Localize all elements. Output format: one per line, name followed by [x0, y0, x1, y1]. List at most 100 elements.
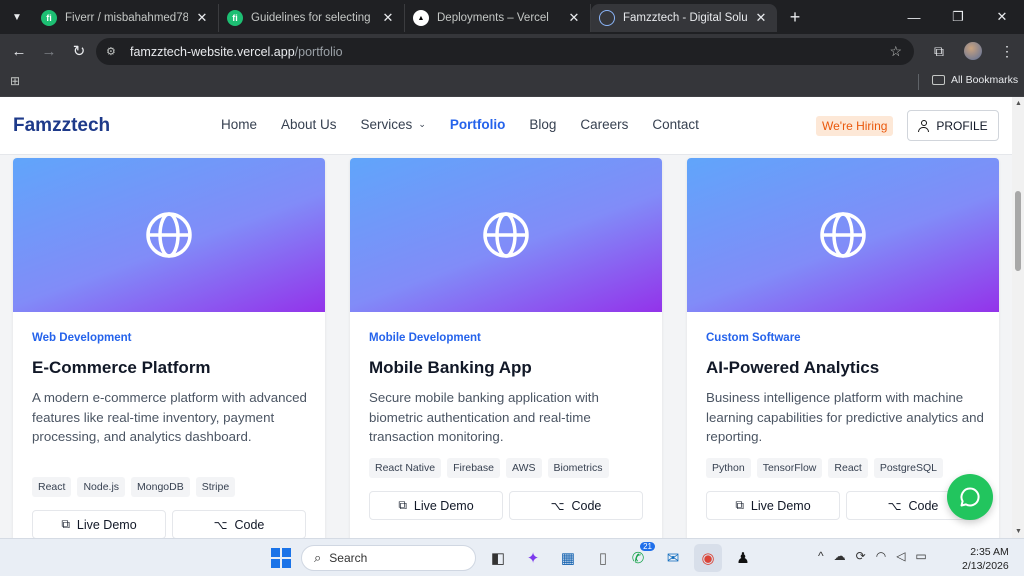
- project-banner: [350, 158, 662, 312]
- browser-profile-avatar[interactable]: [964, 42, 982, 60]
- nav-home[interactable]: Home: [221, 117, 257, 132]
- back-arrow-icon[interactable]: ←: [4, 43, 34, 60]
- globe-icon: [146, 212, 192, 258]
- chat-bubble-icon: [960, 487, 980, 507]
- folder-icon: [932, 75, 945, 85]
- close-tab-icon[interactable]: ✕: [194, 10, 210, 26]
- github-icon: ⌥: [213, 517, 228, 532]
- nav-services-label: Services: [360, 117, 413, 132]
- nav-portfolio[interactable]: Portfolio: [450, 117, 506, 132]
- nav-blog[interactable]: Blog: [529, 117, 556, 132]
- close-tab-icon[interactable]: ✕: [753, 10, 769, 26]
- tray-chevron-icon[interactable]: ^: [818, 549, 824, 563]
- site-logo[interactable]: Famzztech: [13, 115, 110, 137]
- live-demo-button[interactable]: ⧉ Live Demo: [32, 510, 166, 538]
- forward-arrow-icon[interactable]: →: [34, 43, 64, 60]
- taskbar-clock[interactable]: 2:35 AM 2/13/2026: [962, 545, 1009, 573]
- project-title: AI-Powered Analytics: [706, 358, 880, 377]
- browser-tab-bar: ▼ fi Fiverr / misbahahmed78 / Edit G ✕ f…: [0, 0, 1024, 34]
- nav-careers[interactable]: Careers: [580, 117, 628, 132]
- new-tab-icon[interactable]: +: [781, 7, 809, 28]
- user-icon: [918, 119, 930, 132]
- nav-services[interactable]: Services ⌄: [361, 117, 426, 132]
- tech-tag: Firebase: [447, 458, 500, 478]
- external-link-icon: ⧉: [61, 517, 70, 531]
- code-button[interactable]: ⌥ Code: [509, 491, 643, 520]
- address-bar[interactable]: ⚙ famzztech-website.vercel.app/portfolio…: [96, 38, 914, 65]
- live-demo-button[interactable]: ⧉ Live Demo: [369, 491, 503, 520]
- penguin-app-icon[interactable]: ♟: [729, 544, 757, 572]
- project-actions: ⧉ Live Demo ⌥ Code: [706, 491, 986, 520]
- code-button[interactable]: ⌥ Code: [172, 510, 306, 538]
- chrome-icon[interactable]: ◉: [694, 544, 722, 572]
- more-menu-icon[interactable]: ⋮: [990, 43, 1024, 60]
- taskbar-search[interactable]: ⌕ Search: [301, 545, 476, 571]
- outlook-icon[interactable]: ✉: [659, 544, 687, 572]
- scrollbar-thumb[interactable]: [1015, 191, 1021, 271]
- tech-tag: Biometrics: [547, 458, 609, 478]
- page-scrollbar[interactable]: ▲ ▼: [1012, 97, 1024, 538]
- github-icon: ⌥: [887, 498, 902, 513]
- apps-grid-icon[interactable]: ⊞: [10, 74, 20, 88]
- file-icon[interactable]: ▯: [589, 544, 617, 572]
- copilot-icon[interactable]: ✦: [519, 544, 547, 572]
- tech-tag: Node.js: [77, 477, 126, 497]
- project-description: Secure mobile banking application with b…: [369, 390, 599, 444]
- reload-icon[interactable]: ↻: [64, 42, 94, 60]
- project-title: Mobile Banking App: [369, 358, 532, 377]
- windows-start-icon[interactable]: [271, 548, 291, 568]
- store-icon[interactable]: ▦: [554, 544, 582, 572]
- project-banner: [687, 158, 999, 312]
- browser-tab[interactable]: fi Guidelines for selecting Gig ima ✕: [219, 4, 405, 32]
- all-bookmarks-button[interactable]: All Bookmarks: [932, 74, 1018, 86]
- browser-tab[interactable]: fi Fiverr / misbahahmed78 / Edit G ✕: [33, 4, 219, 32]
- notification-badge: 21: [640, 542, 655, 551]
- tech-tag: React: [32, 477, 72, 497]
- sync-icon[interactable]: ⟳: [856, 549, 866, 563]
- extensions-icon[interactable]: ⧉: [922, 43, 956, 60]
- chat-button[interactable]: [947, 474, 993, 520]
- tab-search-button[interactable]: ▼: [5, 5, 29, 29]
- tech-tags: React Node.js MongoDB Stripe: [32, 477, 241, 497]
- whatsapp-icon[interactable]: ✆ 21: [624, 542, 655, 572]
- project-description: A modern e-commerce platform with advanc…: [32, 390, 307, 444]
- project-card: Mobile Development Mobile Banking App Se…: [350, 158, 662, 538]
- minimize-icon[interactable]: —: [892, 0, 936, 34]
- close-tab-icon[interactable]: ✕: [380, 10, 396, 26]
- tech-tag: React Native: [369, 458, 442, 478]
- scroll-up-icon[interactable]: ▲: [1015, 100, 1022, 107]
- close-tab-icon[interactable]: ✕: [566, 10, 582, 26]
- nav-contact[interactable]: Contact: [652, 117, 699, 132]
- browser-tab-active[interactable]: Famzztech - Digital Solutions & ✕: [591, 4, 777, 32]
- close-window-icon[interactable]: ✕: [980, 0, 1024, 34]
- code-label: Code: [234, 517, 265, 532]
- project-category: Custom Software: [706, 332, 801, 344]
- live-demo-button[interactable]: ⧉ Live Demo: [706, 491, 840, 520]
- volume-icon[interactable]: ◁: [896, 549, 905, 563]
- tech-tag: MongoDB: [131, 477, 190, 497]
- wifi-icon[interactable]: ◠: [876, 549, 886, 563]
- project-category: Mobile Development: [369, 332, 481, 344]
- restore-icon[interactable]: ❐: [936, 0, 980, 34]
- project-actions: ⧉ Live Demo ⌥ Code: [32, 510, 312, 538]
- battery-icon[interactable]: ▭: [915, 549, 926, 563]
- system-tray: ^ ☁ ⟳ ◠ ◁ ▭: [818, 549, 937, 563]
- browser-tab[interactable]: ▲ Deployments – Vercel ✕: [405, 4, 591, 32]
- task-view-icon[interactable]: ◧: [484, 544, 512, 572]
- profile-button[interactable]: PROFILE: [907, 110, 999, 141]
- main-nav: Home About Us Services ⌄ Portfolio Blog C…: [221, 117, 723, 132]
- live-demo-label: Live Demo: [76, 517, 137, 532]
- all-bookmarks-label: All Bookmarks: [951, 74, 1019, 86]
- hiring-badge[interactable]: We're Hiring: [816, 116, 894, 136]
- globe-icon: [599, 10, 615, 26]
- site-info-icon[interactable]: ⚙: [106, 45, 120, 59]
- bookmark-star-icon[interactable]: ☆: [889, 43, 902, 60]
- scroll-down-icon[interactable]: ▼: [1015, 528, 1022, 535]
- code-label: Code: [571, 498, 602, 513]
- nav-about-us[interactable]: About Us: [281, 117, 337, 132]
- cloud-icon[interactable]: ☁: [834, 549, 846, 563]
- globe-icon: [483, 212, 529, 258]
- project-category: Web Development: [32, 332, 132, 344]
- url-path: /portfolio: [294, 44, 343, 59]
- external-link-icon: ⧉: [398, 498, 407, 512]
